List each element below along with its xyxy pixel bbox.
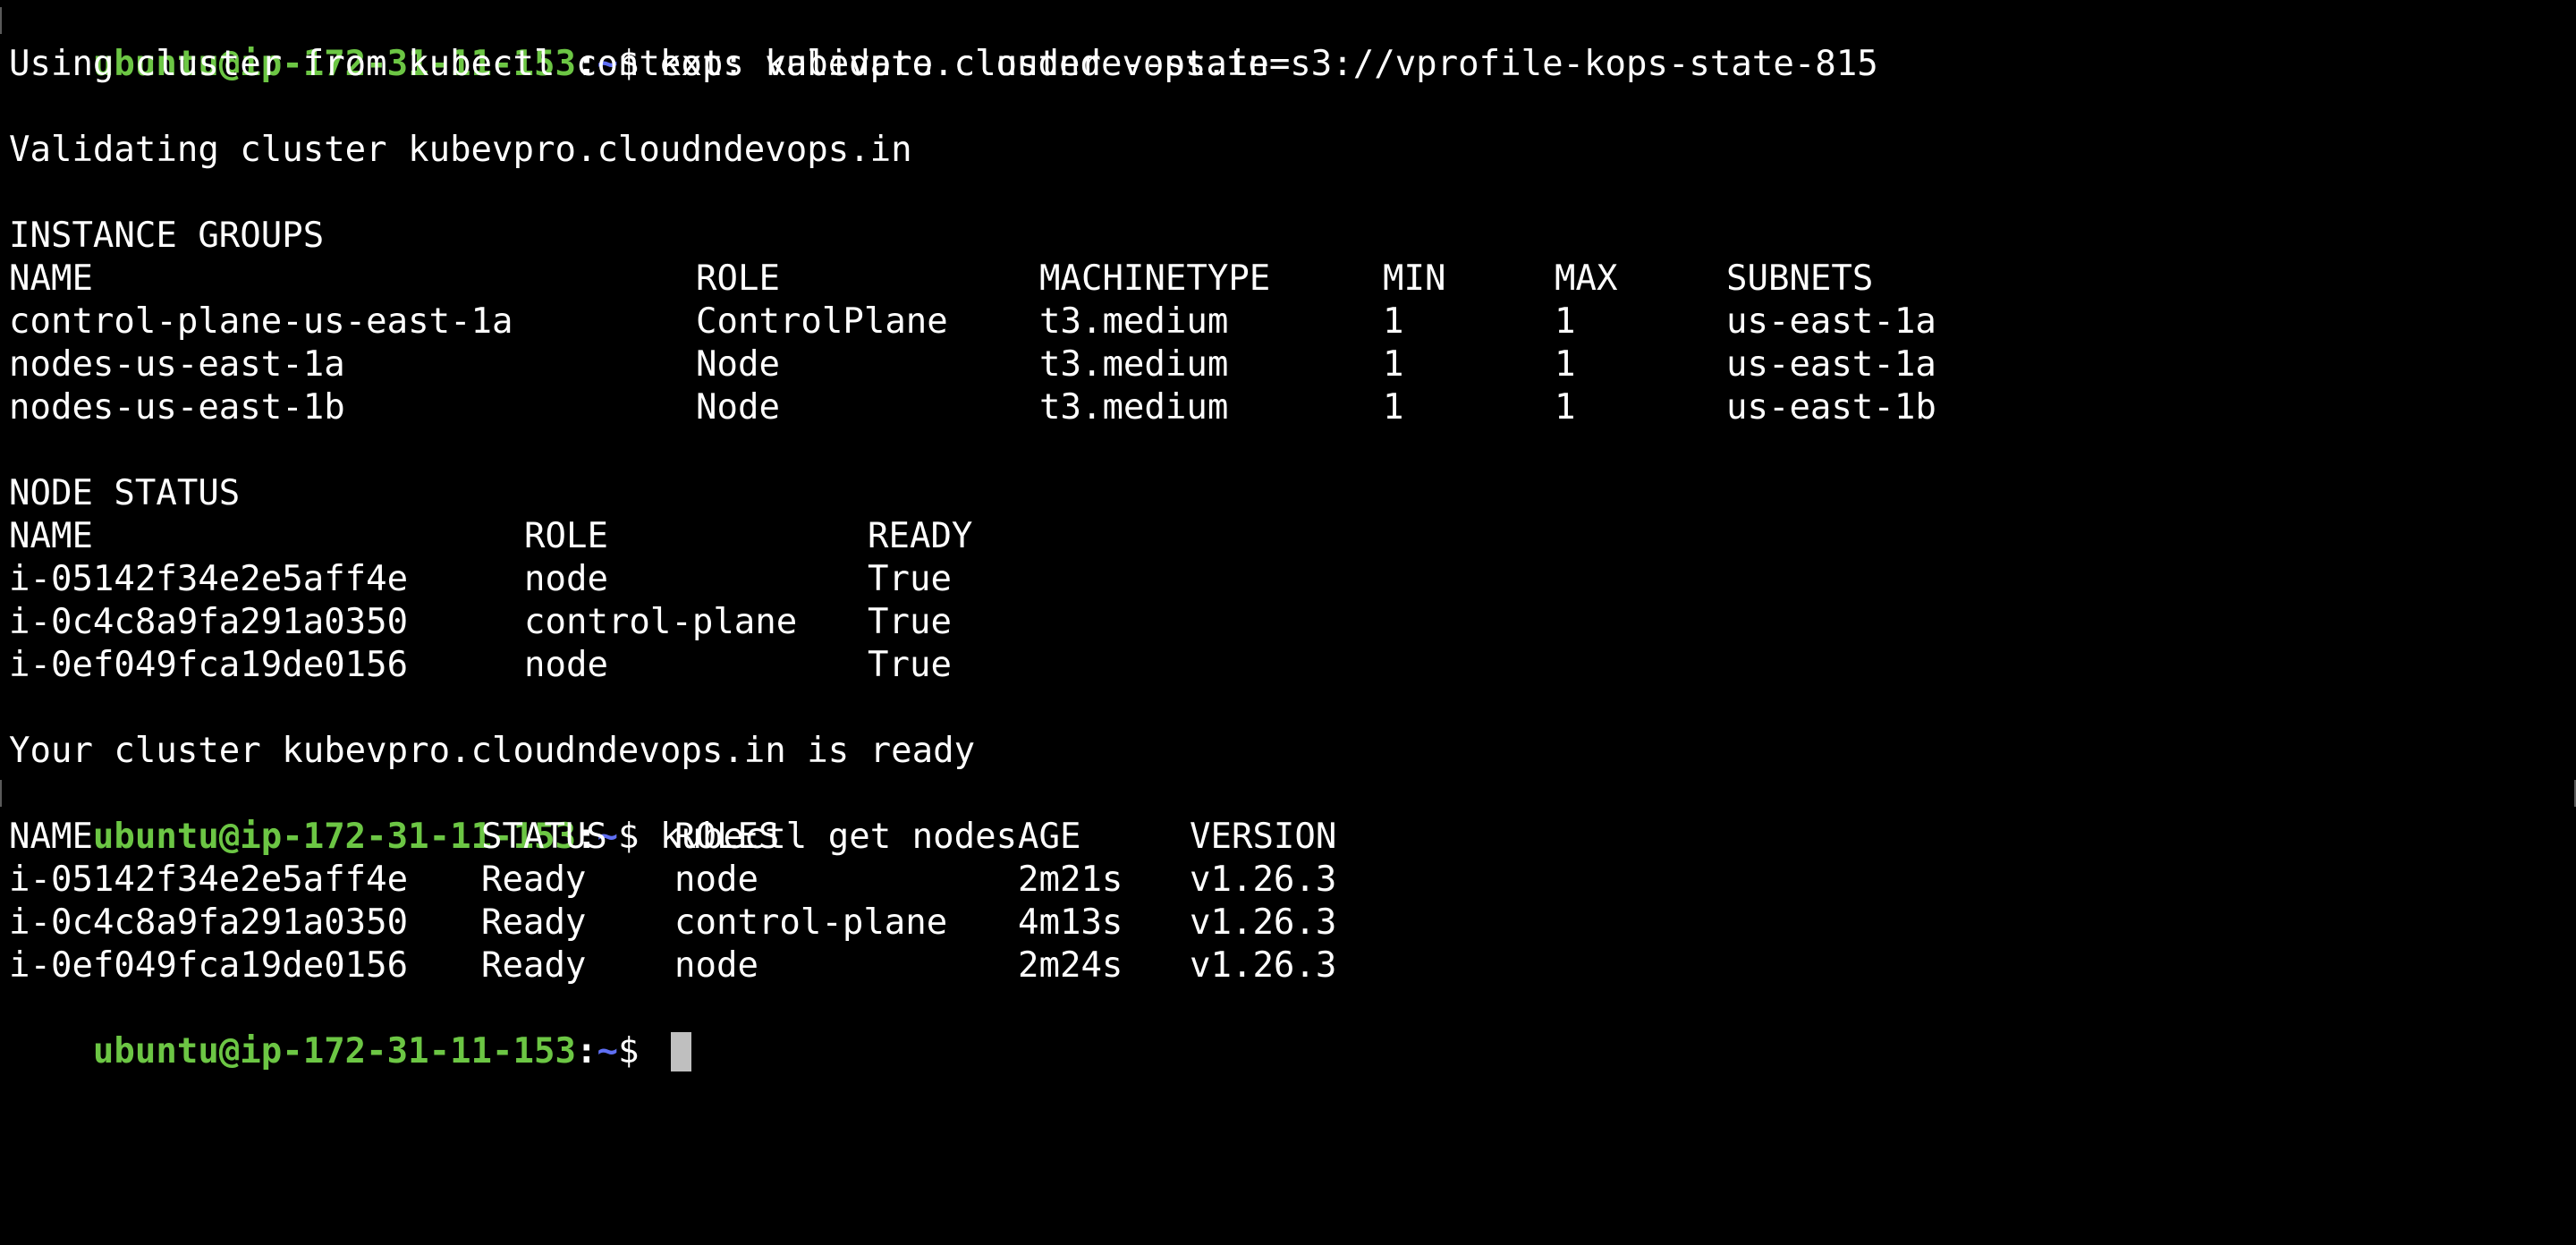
ig-name: nodes-us-east-1a xyxy=(9,344,345,385)
prompt-line-kubectl: ubuntu@ip-172-31-11-153:~$ kubectl get n… xyxy=(9,773,1017,857)
nodes-row: i-0ef049fca19de0156 Ready node 2m24s v1.… xyxy=(9,944,1336,987)
ig-min: 1 xyxy=(1383,301,1404,342)
instance-group-row: nodes-us-east-1b Node t3.medium 1 1 us-e… xyxy=(9,386,1936,429)
ns-ready: True xyxy=(868,602,952,642)
node-status: Ready xyxy=(481,945,587,986)
instance-group-row: nodes-us-east-1a Node t3.medium 1 1 us-e… xyxy=(9,343,1936,386)
ig-subnets: us-east-1a xyxy=(1726,301,1936,342)
ns-name: i-0c4c8a9fa291a0350 xyxy=(9,602,409,642)
ig-max: 1 xyxy=(1555,344,1576,385)
terminal-window[interactable]: ubuntu@ip-172-31-11-153:~$ kops validate… xyxy=(0,0,2576,1071)
ns-header-name: NAME xyxy=(9,516,93,556)
ig-subnets: us-east-1a xyxy=(1726,344,1936,385)
node-version: v1.26.3 xyxy=(1190,945,1337,986)
ig-max: 1 xyxy=(1555,301,1576,342)
prompt-symbol: $ xyxy=(617,1031,660,1071)
ns-name: i-05142f34e2e5aff4e xyxy=(9,559,409,599)
instance-groups-title: INSTANCE GROUPS xyxy=(9,216,325,256)
node-status-header: NAME ROLE READY xyxy=(9,515,972,558)
nodes-header: NAME STATUS ROLES AGE VERSION xyxy=(9,816,1336,859)
validating-line: Validating cluster kubevpro.cloudndevops… xyxy=(9,130,912,170)
cluster-ready-line: Your cluster kubevpro.cloudndevops.in is… xyxy=(9,731,976,771)
ns-role: node xyxy=(524,559,608,599)
ns-header-role: ROLE xyxy=(524,516,608,556)
prompt-path: ~ xyxy=(597,1031,618,1071)
node-name: i-0ef049fca19de0156 xyxy=(9,945,409,986)
ig-subnets: us-east-1b xyxy=(1726,387,1936,428)
ig-min: 1 xyxy=(1383,344,1404,385)
ig-machinetype: t3.medium xyxy=(1039,344,1229,385)
ig-header-max: MAX xyxy=(1555,258,1618,299)
node-status-row: i-0c4c8a9fa291a0350 control-plane True xyxy=(9,601,952,644)
node-status: Ready xyxy=(481,902,587,943)
nodes-header-roles: ROLES xyxy=(674,817,780,857)
ns-name: i-0ef049fca19de0156 xyxy=(9,645,409,685)
node-status: Ready xyxy=(481,860,587,900)
node-status-row: i-0ef049fca19de0156 node True xyxy=(9,644,952,687)
ig-name: nodes-us-east-1b xyxy=(9,387,345,428)
ns-role: node xyxy=(524,645,608,685)
ig-header-name: NAME xyxy=(9,258,93,299)
nodes-header-name: NAME xyxy=(9,817,93,857)
left-edge-mark xyxy=(0,780,2,807)
ig-role: Node xyxy=(696,387,780,428)
instance-groups-header: NAME ROLE MACHINETYPE MIN MAX SUBNETS xyxy=(9,258,1873,301)
prompt-line-current[interactable]: ubuntu@ip-172-31-11-153:~$ xyxy=(9,987,691,1071)
terminal-cursor[interactable] xyxy=(670,1031,691,1071)
ns-ready: True xyxy=(868,645,952,685)
nodes-row: i-0c4c8a9fa291a0350 Ready control-plane … xyxy=(9,902,1336,944)
ig-header-machinetype: MACHINETYPE xyxy=(1039,258,1271,299)
prompt-line-kops: ubuntu@ip-172-31-11-153:~$ kops validate… xyxy=(9,0,1878,84)
prompt-separator: : xyxy=(575,1031,597,1071)
ig-min: 1 xyxy=(1383,387,1404,428)
node-version: v1.26.3 xyxy=(1190,902,1337,943)
ns-header-ready: READY xyxy=(868,516,973,556)
left-edge-mark xyxy=(0,7,2,34)
nodes-row: i-05142f34e2e5aff4e Ready node 2m21s v1.… xyxy=(9,859,1336,902)
node-status-row: i-05142f34e2e5aff4e node True xyxy=(9,558,952,601)
ig-name: control-plane-us-east-1a xyxy=(9,301,513,342)
node-roles: node xyxy=(674,945,758,986)
node-age: 2m24s xyxy=(1018,945,1123,986)
nodes-header-age: AGE xyxy=(1018,817,1081,857)
using-cluster-line: Using cluster from kubectl context: kube… xyxy=(9,44,1269,84)
prompt-symbol: $ xyxy=(617,817,660,857)
node-name: i-0c4c8a9fa291a0350 xyxy=(9,902,409,943)
instance-group-row: control-plane-us-east-1a ControlPlane t3… xyxy=(9,301,1936,343)
ig-header-subnets: SUBNETS xyxy=(1726,258,1874,299)
nodes-header-version: VERSION xyxy=(1190,817,1337,857)
node-roles: control-plane xyxy=(674,902,948,943)
ig-role: ControlPlane xyxy=(696,301,948,342)
nodes-header-status: STATUS xyxy=(481,817,607,857)
ig-header-min: MIN xyxy=(1383,258,1446,299)
node-age: 4m13s xyxy=(1018,902,1123,943)
ns-role: control-plane xyxy=(524,602,798,642)
prompt-user-host: ubuntu@ip-172-31-11-153 xyxy=(92,1031,576,1071)
node-age: 2m21s xyxy=(1018,860,1123,900)
ns-ready: True xyxy=(868,559,952,599)
ig-machinetype: t3.medium xyxy=(1039,301,1229,342)
ig-max: 1 xyxy=(1555,387,1576,428)
node-name: i-05142f34e2e5aff4e xyxy=(9,860,409,900)
node-version: v1.26.3 xyxy=(1190,860,1337,900)
ig-role: Node xyxy=(696,344,780,385)
node-status-title: NODE STATUS xyxy=(9,473,241,513)
ig-machinetype: t3.medium xyxy=(1039,387,1229,428)
ig-header-role: ROLE xyxy=(696,258,780,299)
node-roles: node xyxy=(674,860,758,900)
